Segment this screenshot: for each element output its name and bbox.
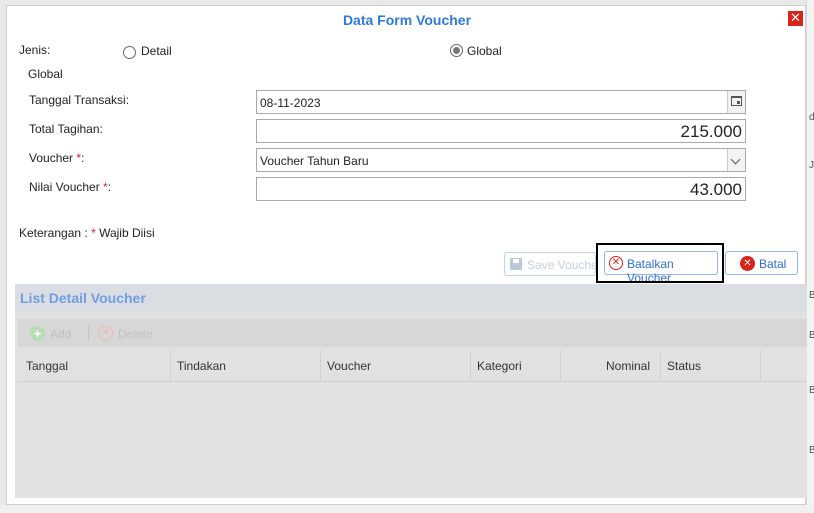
voucher-label: Voucher *: [29,151,84,165]
column-header-label: Kategori [477,359,522,373]
voucher-dropdown-button[interactable] [727,149,745,171]
column-header-label: Nominal [605,359,650,373]
save-icon [510,258,522,270]
voucher-select[interactable]: Voucher Tahun Baru [256,148,746,172]
nilai-voucher-value: 43.000 [690,180,742,199]
background-letter: B [809,445,814,456]
voucher-label-text: Voucher [29,151,77,165]
total-tagihan-value: 215.000 [680,122,742,141]
tanggal-transaksi-label: Tanggal Transaksi: [29,93,130,107]
panel-header: List Detail Voucher [15,284,807,312]
tanggal-transaksi-value: 08-11-2023 [260,96,321,110]
batal-label: Batal [759,257,787,271]
calendar-icon [731,96,742,106]
jenis-label: Jenis: [19,43,51,57]
chevron-down-icon [730,154,741,165]
panel-title: List Detail Voucher [20,290,146,306]
highlight-box [596,243,724,283]
column-header-label: Tindakan [177,359,226,373]
voucher-dialog: Data Form Voucher ✕ Jenis: Detail Global… [6,5,807,505]
column-header-label: Status [667,359,702,373]
batal-button[interactable]: ✕ Batal [725,251,798,275]
background-letter: B [809,385,814,396]
background-letter: B [809,330,814,341]
keterangan-text: Wajib Diisi [95,226,155,240]
background-page-edge: d Je B B B B [806,0,814,513]
column-header-status[interactable]: Status [661,350,761,382]
date-picker-button[interactable] [727,91,745,113]
voucher-select-value: Voucher Tahun Baru [260,154,369,168]
keterangan-prefix: Keterangan : [19,226,92,240]
label-colon: : [81,151,85,165]
grid-header: Tanggal Tindakan Voucher Kategori Nomina… [18,350,807,382]
column-header-label: Tanggal [26,359,69,373]
x-solid-icon: ✕ [740,256,755,271]
save-voucher-label: Save Voucher [527,258,596,272]
background-letter: d [809,112,814,123]
column-header-voucher[interactable]: Voucher [321,350,471,382]
column-header-tanggal[interactable]: Tanggal [18,350,171,382]
radio-detail-label[interactable]: Detail [141,44,172,58]
column-header-label: Voucher [327,359,372,373]
radio-global[interactable] [450,44,463,57]
dialog-title: Data Form Voucher [342,12,472,28]
radio-global-label[interactable]: Global [467,44,502,58]
column-header-nominal[interactable]: Nominal [561,350,661,382]
nilai-voucher-field[interactable]: 43.000 [256,177,746,201]
delete-icon[interactable]: ✕ [98,326,113,341]
nilai-voucher-label-text: Nilai Voucher [29,180,104,194]
radio-detail[interactable] [123,46,136,59]
list-detail-panel: List Detail Voucher + Add ✕ Delete Tangg… [15,284,807,498]
total-tagihan-field[interactable]: 215.000 [256,119,746,143]
background-page-bottom [0,505,814,513]
column-header-tindakan[interactable]: Tindakan [171,350,321,382]
nilai-voucher-label: Nilai Voucher *: [29,180,111,194]
column-header-kategori[interactable]: Kategori [471,350,561,382]
label-colon: : [107,180,112,194]
add-icon[interactable]: + [30,326,45,341]
toolbar-separator [88,325,89,341]
panel-toolbar: + Add ✕ Delete [18,319,807,347]
background-letter: Je [809,160,814,171]
keterangan-note: Keterangan : * Wajib Diisi [19,226,155,240]
background-letter: B [809,290,814,301]
tanggal-transaksi-field[interactable]: 08-11-2023 [256,90,746,114]
add-label[interactable]: Add [50,327,71,341]
total-tagihan-label: Total Tagihan: [29,122,103,136]
save-voucher-button[interactable]: Save Voucher [504,252,596,276]
delete-label[interactable]: Delete [118,327,153,341]
section-label-global: Global [28,67,63,81]
close-icon[interactable]: ✕ [788,11,803,26]
